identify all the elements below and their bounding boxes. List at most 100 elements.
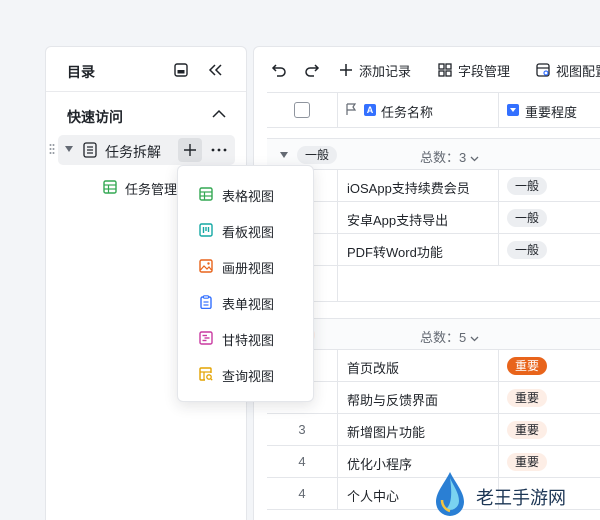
table-row[interactable]: 3 新增图片功能 重要 <box>267 414 600 446</box>
column-divider <box>337 170 338 201</box>
directory-title: 目录 <box>67 64 95 80</box>
panel-toggle-icon[interactable] <box>172 61 190 79</box>
menu-item-label: 查询视图 <box>222 369 275 384</box>
task-name-cell[interactable]: iOSApp支持续费会员 <box>347 178 470 197</box>
task-name-cell[interactable]: 个人中心 <box>347 486 399 505</box>
group-count: 总数：3 <box>420 147 479 166</box>
menu-item-label: 画册视图 <box>222 261 275 276</box>
task-name-cell[interactable]: 优化小程序 <box>347 454 412 473</box>
column-divider <box>498 382 499 413</box>
water-drop-logo-icon <box>436 472 464 516</box>
menu-item-kanban-view[interactable]: 看板视图 <box>178 212 313 248</box>
importance-tag[interactable]: 重要 <box>507 421 548 439</box>
view-config-icon <box>536 63 550 77</box>
table-row[interactable]: iOSApp支持续费会员 一般 <box>267 170 600 202</box>
column-divider <box>337 446 338 477</box>
menu-item-query-view[interactable]: 查询视图 <box>178 356 313 392</box>
grid-view-icon <box>103 180 117 194</box>
tree-subitem-label: 任务管理 <box>125 182 178 197</box>
menu-item-label: 表格视图 <box>222 189 275 204</box>
plus-icon <box>184 144 196 156</box>
caret-down-icon[interactable] <box>280 152 288 158</box>
table-row[interactable]: 安卓App支持导出 一般 <box>267 202 600 234</box>
row-number: 3 <box>298 422 306 437</box>
chevron-down-icon <box>470 156 479 162</box>
column-divider <box>337 266 338 301</box>
importance-tag[interactable]: 一般 <box>507 241 548 259</box>
importance-tag[interactable]: 重要 <box>507 453 548 471</box>
field-manage-label: 字段管理 <box>458 63 511 79</box>
add-record-label: 添加记录 <box>359 63 412 79</box>
task-name-cell[interactable]: 帮助与反馈界面 <box>347 390 438 409</box>
row-number: 4 <box>298 454 306 469</box>
view-config-label: 视图配置 <box>556 63 600 79</box>
column-divider <box>498 93 499 127</box>
group-count: 总数：5 <box>420 327 479 346</box>
column-divider <box>498 234 499 265</box>
group-tag: 一般 <box>297 146 338 164</box>
tree-item-label: 任务拆解 <box>105 144 161 160</box>
importance-tag[interactable]: 一般 <box>507 177 548 195</box>
watermark-text: 老王手游网 <box>476 488 566 508</box>
column-divider <box>337 382 338 413</box>
select-all-checkbox[interactable] <box>294 102 310 118</box>
menu-item-label: 甘特视图 <box>222 333 275 348</box>
column-divider <box>337 234 338 265</box>
add-view-dropdown: 表格视图 看板视图 画册视图 表单视图 甘特视图 查询视图 <box>177 165 314 402</box>
kanban-view-icon <box>199 223 213 237</box>
chevron-down-icon <box>470 336 479 342</box>
add-record-button[interactable]: 添加记录 <box>339 59 411 81</box>
flag-icon <box>345 103 357 121</box>
importance-tag[interactable]: 重要 <box>507 389 548 407</box>
single-select-field-icon <box>507 104 519 116</box>
text-field-icon: A <box>364 104 376 116</box>
group-header-normal[interactable]: 一般 总数：3 <box>267 138 600 170</box>
column-divider <box>498 202 499 233</box>
fields-grid-icon <box>438 63 452 77</box>
menu-item-form-view[interactable]: 表单视图 <box>178 284 313 320</box>
drag-handle-icon[interactable] <box>49 142 55 160</box>
chevron-up-icon[interactable] <box>210 105 228 123</box>
grid-view-icon <box>199 187 213 201</box>
caret-down-icon[interactable] <box>65 146 73 152</box>
column-divider <box>337 414 338 445</box>
redo-button[interactable] <box>304 59 326 81</box>
toolbar: 添加记录 字段管理 视图配置 <box>254 47 600 92</box>
tree-item-task-breakdown[interactable]: 任务拆解 <box>58 135 235 165</box>
redo-icon <box>305 64 320 77</box>
table-row[interactable]: 首页改版 重要 <box>267 350 600 382</box>
menu-item-gantt-view[interactable]: 甘特视图 <box>178 320 313 356</box>
gallery-view-icon <box>199 259 213 273</box>
field-manage-button[interactable]: 字段管理 <box>438 59 510 81</box>
menu-item-gallery-view[interactable]: 画册视图 <box>178 248 313 284</box>
add-view-button[interactable] <box>178 138 202 162</box>
task-name-cell[interactable]: 首页改版 <box>347 358 399 377</box>
task-name-cell[interactable]: PDF转Word功能 <box>347 242 443 261</box>
task-name-cell[interactable]: 新增图片功能 <box>347 422 425 441</box>
header-importance[interactable]: 重要程度 <box>525 102 577 121</box>
form-view-icon <box>199 295 213 310</box>
collapse-sidebar-icon[interactable] <box>206 61 224 79</box>
directory-header: 目录 <box>46 47 246 92</box>
row-number: 4 <box>298 486 306 501</box>
view-config-button[interactable]: 视图配置 <box>536 59 600 81</box>
gantt-view-icon <box>199 331 213 345</box>
column-divider <box>337 478 338 509</box>
group-header-important[interactable]: 重要 总数：5 <box>267 318 600 350</box>
watermark: 老王手游网 <box>432 470 592 518</box>
undo-icon <box>271 64 286 77</box>
importance-tag[interactable]: 重要 <box>507 357 548 375</box>
more-options-icon[interactable] <box>208 139 230 161</box>
header-task-name[interactable]: 任务名称 <box>381 102 433 121</box>
undo-button[interactable] <box>271 59 293 81</box>
table-row[interactable]: 2 帮助与反馈界面 重要 <box>267 382 600 414</box>
plus-icon <box>340 64 352 76</box>
add-row-area[interactable] <box>267 266 600 302</box>
column-divider <box>337 350 338 381</box>
column-divider <box>498 350 499 381</box>
task-name-cell[interactable]: 安卓App支持导出 <box>347 210 448 229</box>
importance-tag[interactable]: 一般 <box>507 209 548 227</box>
menu-item-grid-view[interactable]: 表格视图 <box>178 176 313 212</box>
table-row[interactable]: PDF转Word功能 一般 <box>267 234 600 266</box>
column-divider <box>498 170 499 201</box>
